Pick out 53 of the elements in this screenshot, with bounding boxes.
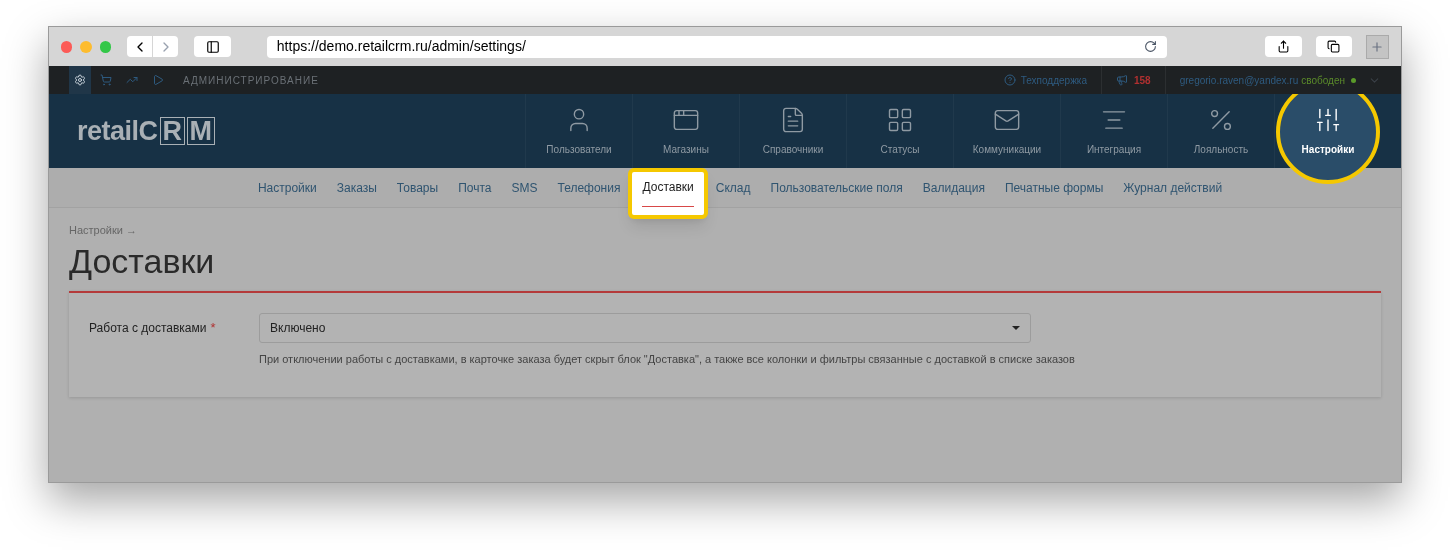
user-status: свободен (1301, 73, 1345, 88)
breadcrumb[interactable]: Настройки → (69, 222, 1381, 239)
sub-nav-tab[interactable]: Заказы (336, 178, 377, 197)
nav-item[interactable]: Статусы (880, 105, 920, 157)
forward-button[interactable] (153, 36, 179, 57)
field-hint: При отключении работы с доставками, в карточке заказа будет скрыт блок "Доставка", а также все колонки и фильтры связанные с доставкой в списке заказов (259, 351, 1076, 367)
sub-nav-tab[interactable]: Телефония (557, 178, 621, 197)
help-icon (1003, 74, 1016, 86)
sidebar-icon (205, 39, 220, 54)
sub-nav-tab[interactable]: Настройки (257, 178, 317, 197)
plus-icon (1370, 39, 1385, 54)
nav-item[interactable]: Магазины (663, 105, 709, 157)
play-icon (152, 74, 164, 86)
tabs-icon (1327, 40, 1341, 53)
sub-nav-tab[interactable]: SMS (511, 178, 538, 197)
nav-item[interactable]: Интеграция (1086, 105, 1142, 157)
sub-nav-tab[interactable]: Склад (715, 178, 751, 197)
field-label: Работа с доставками (89, 319, 207, 337)
mode-button[interactable] (69, 66, 91, 94)
nav-item[interactable]: Настройки (1301, 105, 1355, 157)
dropdown-caret-icon (1012, 325, 1020, 330)
cart-icon (100, 74, 112, 86)
delivery-select[interactable]: Включено (259, 312, 1031, 343)
address-bar[interactable]: https://demo.retailcrm.ru/admin/settings/ (266, 35, 1168, 58)
settings-icon (74, 74, 86, 86)
nav-item[interactable]: Пользователи (546, 105, 612, 157)
nav-item[interactable]: Справочники (762, 105, 824, 157)
reload-icon[interactable] (1144, 40, 1158, 53)
sub-nav-tab[interactable]: Почта (458, 178, 492, 197)
sidebar-button[interactable] (194, 36, 231, 57)
minimize-icon[interactable] (80, 40, 92, 53)
sub-nav-tab[interactable]: Валидация (922, 178, 985, 197)
new-tab-button[interactable] (1365, 34, 1389, 59)
chart-line-icon (126, 74, 138, 86)
megaphone-icon (1116, 74, 1128, 86)
sub-nav-tab[interactable]: Доставки (628, 168, 708, 219)
share-icon (1276, 40, 1290, 53)
required-mark: * (210, 318, 216, 337)
tabs-button[interactable] (1315, 36, 1352, 57)
share-button[interactable] (1265, 36, 1302, 57)
sub-nav-tab[interactable]: Пользовательские поля (770, 178, 903, 197)
page-title: Доставки (69, 240, 216, 281)
close-icon[interactable] (61, 40, 73, 53)
logo[interactable]: retailC R M (49, 94, 525, 168)
back-button[interactable] (127, 36, 153, 57)
nav-item[interactable]: Лояльность (1193, 105, 1249, 157)
zoom-icon[interactable] (99, 40, 112, 53)
sub-nav-tab[interactable]: Товары (396, 178, 439, 197)
user-email[interactable]: gregorio.raven@yandex.ru (1179, 72, 1299, 88)
nav-item[interactable]: Коммуникации (972, 105, 1042, 157)
section-title: АДМИНИСТРИРОВАНИЕ (183, 73, 319, 88)
sub-nav-tab[interactable]: Журнал действий (1123, 178, 1223, 197)
sub-nav-tab[interactable]: Печатные формы (1004, 178, 1104, 197)
